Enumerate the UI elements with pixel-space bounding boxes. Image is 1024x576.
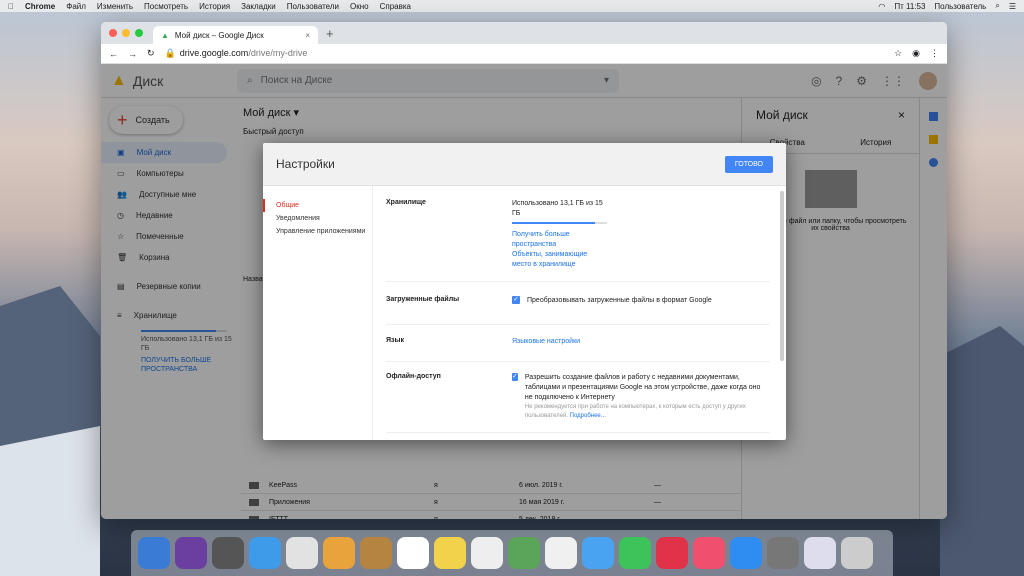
storage-label: Хранилище — [386, 199, 426, 206]
convert-checkbox[interactable]: ✓ — [512, 296, 520, 304]
learn-more-link[interactable]: Подробнее... — [570, 413, 606, 419]
dock-app-store-icon[interactable] — [730, 537, 762, 569]
url-host: drive.google.com — [179, 48, 249, 58]
clock[interactable]: Пт 11:53 — [894, 2, 925, 11]
dock-stickies-icon[interactable] — [434, 537, 466, 569]
dock-reminders-icon[interactable] — [471, 537, 503, 569]
menu-view[interactable]: Посмотреть — [144, 2, 188, 11]
more-icon[interactable]: ⋮ — [930, 48, 939, 59]
dock-siri-icon[interactable] — [175, 537, 207, 569]
spotlight-icon[interactable]: ⌕ — [995, 1, 999, 11]
dock-messages-icon[interactable] — [582, 537, 614, 569]
language-label: Язык — [386, 337, 404, 344]
settings-nav-notifications[interactable]: Уведомления — [263, 212, 372, 225]
zoom-button[interactable] — [135, 29, 143, 37]
drive-favicon-icon: ▲ — [161, 30, 169, 40]
browser-tab[interactable]: ▲ Мой диск – Google Диск × — [153, 26, 318, 44]
reload-icon[interactable]: ↻ — [147, 48, 155, 59]
dock-music-icon[interactable] — [693, 537, 725, 569]
forward-icon[interactable]: → — [128, 49, 137, 59]
dock-trash-icon[interactable] — [841, 537, 873, 569]
url-path: /drive/my-drive — [248, 48, 308, 58]
menu-people[interactable]: Пользователи — [287, 2, 339, 11]
dock-calendar-icon[interactable] — [397, 537, 429, 569]
storage-used: Использовано 13,1 ГБ из 15 ГБ — [512, 200, 603, 217]
dock-safari-icon[interactable] — [249, 537, 281, 569]
menu-window[interactable]: Окно — [350, 2, 369, 11]
menu-file[interactable]: Файл — [66, 2, 86, 11]
menu-help[interactable]: Справка — [380, 2, 411, 11]
menu-history[interactable]: История — [199, 2, 230, 11]
dock-news-icon[interactable] — [656, 537, 688, 569]
close-window-button[interactable] — [109, 29, 117, 37]
back-icon[interactable]: ← — [109, 49, 118, 59]
storage-objects-link[interactable]: Объекты, занимающие место в хранилище — [512, 250, 607, 270]
dock-chrome-icon[interactable] — [286, 537, 318, 569]
dock-downloads-icon[interactable] — [804, 537, 836, 569]
offline-checkbox[interactable]: ✓ — [512, 373, 518, 381]
menu-list-icon[interactable]: ☰ — [1009, 2, 1016, 11]
dock-preview-icon[interactable] — [323, 537, 355, 569]
apple-icon[interactable]:  — [8, 2, 14, 11]
settings-storage-bar — [512, 222, 607, 224]
offline-note: Не рекомендуется при работе на компьютер… — [524, 404, 746, 419]
dock-maps-icon[interactable] — [508, 537, 540, 569]
profile-icon[interactable]: ◉ — [912, 48, 920, 59]
dialog-scrollbar[interactable] — [780, 191, 784, 361]
new-tab-button[interactable]: + — [326, 26, 334, 41]
menu-app[interactable]: Chrome — [25, 2, 55, 11]
menu-edit[interactable]: Изменить — [97, 2, 133, 11]
get-more-link[interactable]: Получить больше пространства — [512, 230, 607, 250]
uploads-label: Загруженные файлы — [386, 296, 460, 303]
menu-bookmarks[interactable]: Закладки — [241, 2, 276, 11]
dock-facetime-icon[interactable] — [619, 537, 651, 569]
dock — [131, 530, 893, 576]
done-button[interactable]: ГОТОВО — [724, 155, 773, 173]
offline-text: Разрешить создание файлов и работу с нед… — [524, 374, 761, 401]
dock-photos-icon[interactable] — [545, 537, 577, 569]
minimize-button[interactable] — [122, 29, 130, 37]
dock-launchpad-icon[interactable] — [212, 537, 244, 569]
user-menu[interactable]: Пользователь — [934, 2, 986, 11]
settings-dialog: Настройки ГОТОВО Общие Уведомления Управл… — [263, 143, 786, 440]
mac-menubar:  Chrome Файл Изменить Посмотреть Истори… — [0, 0, 1024, 12]
bookmark-star-icon[interactable]: ☆ — [894, 48, 902, 59]
lock-icon: 🔒 — [164, 48, 176, 58]
language-settings-link[interactable]: Языковые настройки — [512, 337, 770, 347]
tab-title: Мой диск – Google Диск — [174, 30, 264, 40]
offline-label: Офлайн-доступ — [386, 373, 441, 380]
dialog-title: Настройки — [276, 157, 335, 171]
dock-notes-app-icon[interactable] — [360, 537, 392, 569]
dock-finder-icon[interactable] — [138, 537, 170, 569]
close-tab-icon[interactable]: × — [305, 31, 310, 40]
dock-system-preferences-icon[interactable] — [767, 537, 799, 569]
settings-nav-apps[interactable]: Управление приложениями — [263, 225, 372, 238]
address-bar[interactable]: 🔒 drive.google.com/drive/my-drive — [165, 48, 885, 59]
wifi-icon[interactable]: ◠ — [878, 2, 885, 11]
convert-label: Преобразовывать загруженные файлы в форм… — [527, 297, 712, 304]
settings-nav-general[interactable]: Общие — [263, 199, 372, 212]
